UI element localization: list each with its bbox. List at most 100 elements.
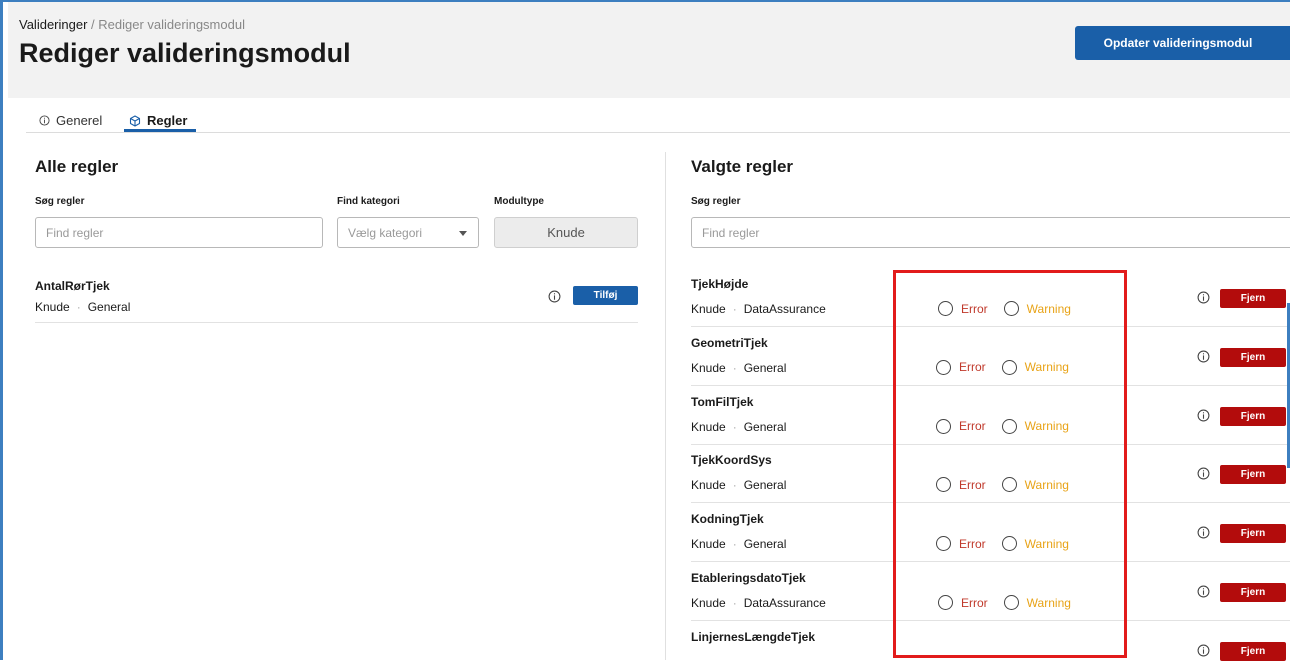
- selected-rule-category: DataAssurance: [743, 302, 826, 316]
- error-radio[interactable]: [936, 359, 951, 375]
- tab-regler[interactable]: Regler: [129, 113, 187, 128]
- selected-rule-meta: Knude · General: [691, 420, 786, 434]
- meta-separator: ·: [732, 478, 737, 493]
- selected-rule-type: Knude: [691, 478, 726, 493]
- selected-rule-category: General: [743, 360, 787, 375]
- error-label: Error: [959, 477, 986, 492]
- info-icon[interactable]: [548, 290, 561, 303]
- info-icon[interactable]: [1197, 291, 1210, 304]
- info-icon: [39, 115, 50, 126]
- severity-radio-group: Error Warning: [936, 418, 1069, 434]
- selected-rule-meta: Knude · DataAssurance: [691, 596, 826, 610]
- warning-label: Warning: [1026, 595, 1071, 610]
- warning-label: Warning: [1024, 419, 1069, 434]
- remove-rule-button[interactable]: Fjern: [1220, 583, 1286, 602]
- breadcrumb-separator: /: [87, 17, 99, 32]
- warning-radio[interactable]: [1001, 418, 1017, 434]
- all-rules-search-input[interactable]: Find regler: [35, 217, 323, 248]
- meta-separator: ·: [732, 596, 737, 610]
- warning-radio[interactable]: [1001, 536, 1017, 552]
- selected-rule-name: LinjernesLængdeTjek: [691, 629, 816, 644]
- selected-rule-name: TjekHøjde: [691, 277, 749, 291]
- window-frame-left: [0, 0, 3, 660]
- update-module-button[interactable]: Opdater valideringsmodul: [1075, 26, 1290, 60]
- info-icon[interactable]: [1197, 350, 1210, 363]
- page-title: Rediger valideringsmodul: [19, 38, 351, 68]
- tabs-divider: [26, 132, 1290, 133]
- moduletype-value: Knude: [547, 225, 585, 240]
- error-label: Error: [959, 360, 986, 375]
- warning-radio[interactable]: [1001, 477, 1017, 493]
- moduletype-label: Modultype: [494, 196, 544, 207]
- info-icon[interactable]: [1197, 585, 1210, 598]
- meta-separator: ·: [732, 419, 737, 434]
- error-radio[interactable]: [936, 536, 951, 552]
- warning-radio[interactable]: [1003, 301, 1019, 316]
- info-icon[interactable]: [1197, 467, 1210, 480]
- all-rule-name: AntalRørTjek: [35, 279, 110, 293]
- breadcrumb-link-valideringer[interactable]: Valideringer: [19, 17, 87, 32]
- tab-generel-label: Generel: [56, 113, 103, 128]
- meta-separator: ·: [76, 300, 81, 314]
- remove-rule-button[interactable]: Fjern: [1220, 465, 1286, 485]
- error-label: Error: [961, 595, 988, 610]
- chevron-down-icon: [459, 231, 467, 236]
- error-radio[interactable]: [938, 301, 953, 316]
- info-icon[interactable]: [1197, 409, 1210, 422]
- severity-radio-group: Error Warning: [936, 359, 1069, 375]
- selected-rule-category: General: [743, 537, 787, 552]
- selected-rule-name: TjekKoordSys: [691, 453, 772, 468]
- error-label: Error: [959, 419, 986, 434]
- row-divider: [691, 326, 1290, 327]
- row-divider: [691, 502, 1290, 504]
- add-rule-button[interactable]: Tilføj: [573, 286, 638, 305]
- remove-rule-button[interactable]: Fjern: [1220, 524, 1286, 544]
- remove-rule-button[interactable]: Fjern: [1220, 641, 1286, 661]
- warning-radio[interactable]: [1001, 359, 1017, 375]
- selected-rule-meta: Knude · DataAssurance: [691, 302, 826, 316]
- tab-generel[interactable]: Generel: [39, 113, 102, 128]
- all-rules-title: Alle regler: [35, 157, 119, 176]
- warning-label: Warning: [1024, 477, 1069, 492]
- remove-rule-button[interactable]: Fjern: [1220, 347, 1286, 367]
- error-radio[interactable]: [936, 477, 951, 493]
- selected-rule-name: EtableringsdatoTjek: [691, 571, 806, 585]
- error-radio[interactable]: [936, 418, 951, 434]
- category-placeholder: Vælg kategori: [348, 225, 423, 240]
- all-rule-meta: Knude · General: [35, 300, 130, 314]
- selected-rule-type: Knude: [691, 537, 726, 552]
- row-divider: [691, 384, 1290, 386]
- selected-rule-meta: Knude · General: [691, 537, 786, 551]
- all-rule-category: General: [87, 300, 131, 314]
- warning-radio[interactable]: [1003, 595, 1019, 610]
- severity-radio-group: Error Warning: [938, 301, 1071, 316]
- warning-label: Warning: [1024, 536, 1069, 551]
- selected-rules-search-label: Søg regler: [691, 196, 741, 207]
- error-label: Error: [959, 536, 986, 551]
- selected-rules-title: Valgte regler: [691, 157, 794, 176]
- error-radio[interactable]: [938, 595, 953, 610]
- selected-rule-meta: Knude · General: [691, 361, 786, 375]
- selected-rule-type: Knude: [691, 302, 726, 316]
- selected-rule-type: Knude: [691, 419, 726, 434]
- selected-rule-type: Knude: [691, 596, 726, 610]
- selected-rules-search-input[interactable]: Find regler: [691, 217, 1290, 248]
- selected-rule-type: Knude: [691, 360, 726, 375]
- severity-radio-group: Error Warning: [936, 536, 1069, 552]
- remove-rule-button[interactable]: Fjern: [1220, 289, 1286, 308]
- remove-rule-button[interactable]: Fjern: [1220, 406, 1286, 426]
- row-divider: [691, 443, 1290, 445]
- selected-rule-name: KodningTjek: [691, 512, 764, 527]
- selected-rule-category: DataAssurance: [743, 596, 826, 610]
- selected-rule-name: TomFilTjek: [691, 394, 754, 409]
- breadcrumb: Valideringer / Rediger valideringsmodul: [19, 17, 245, 32]
- severity-radio-group: Error Warning: [938, 595, 1071, 610]
- all-rules-search-placeholder: Find regler: [46, 225, 104, 240]
- category-select[interactable]: Vælg kategori: [337, 217, 479, 248]
- info-icon[interactable]: [1197, 644, 1210, 657]
- breadcrumb-current: Rediger valideringsmodul: [98, 17, 245, 32]
- info-icon[interactable]: [1197, 526, 1210, 539]
- severity-radio-group: Error Warning: [936, 477, 1069, 493]
- warning-label: Warning: [1026, 301, 1071, 316]
- selected-rule-category: General: [743, 419, 787, 434]
